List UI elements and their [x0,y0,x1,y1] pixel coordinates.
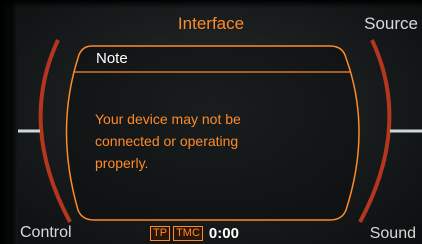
sound-softkey[interactable]: Sound [370,225,416,243]
clock: 0:00 [208,225,239,242]
tp-badge: TP [150,226,171,241]
dialog-message-line: connected or operating [95,133,239,149]
control-softkey[interactable]: Control [20,224,72,242]
tmc-badge: TMC [173,226,203,241]
source-softkey[interactable]: Source [364,14,418,34]
dialog-message-line: Your device may not be [95,111,241,127]
status-bar: TP TMC 0:00 [150,225,239,242]
mmi-screen: Interface Source Note Your device may no… [0,0,422,244]
left-frame-arc [38,39,72,223]
screen-title: Interface [177,14,245,33]
right-frame-arc [358,39,392,223]
left-bezel [0,0,18,244]
dialog-message-line: properly. [95,155,149,171]
dialog-title: Note [96,50,128,67]
top-bezel-shade [0,0,422,8]
dialog-message: Your device may not be connected or oper… [95,108,325,174]
